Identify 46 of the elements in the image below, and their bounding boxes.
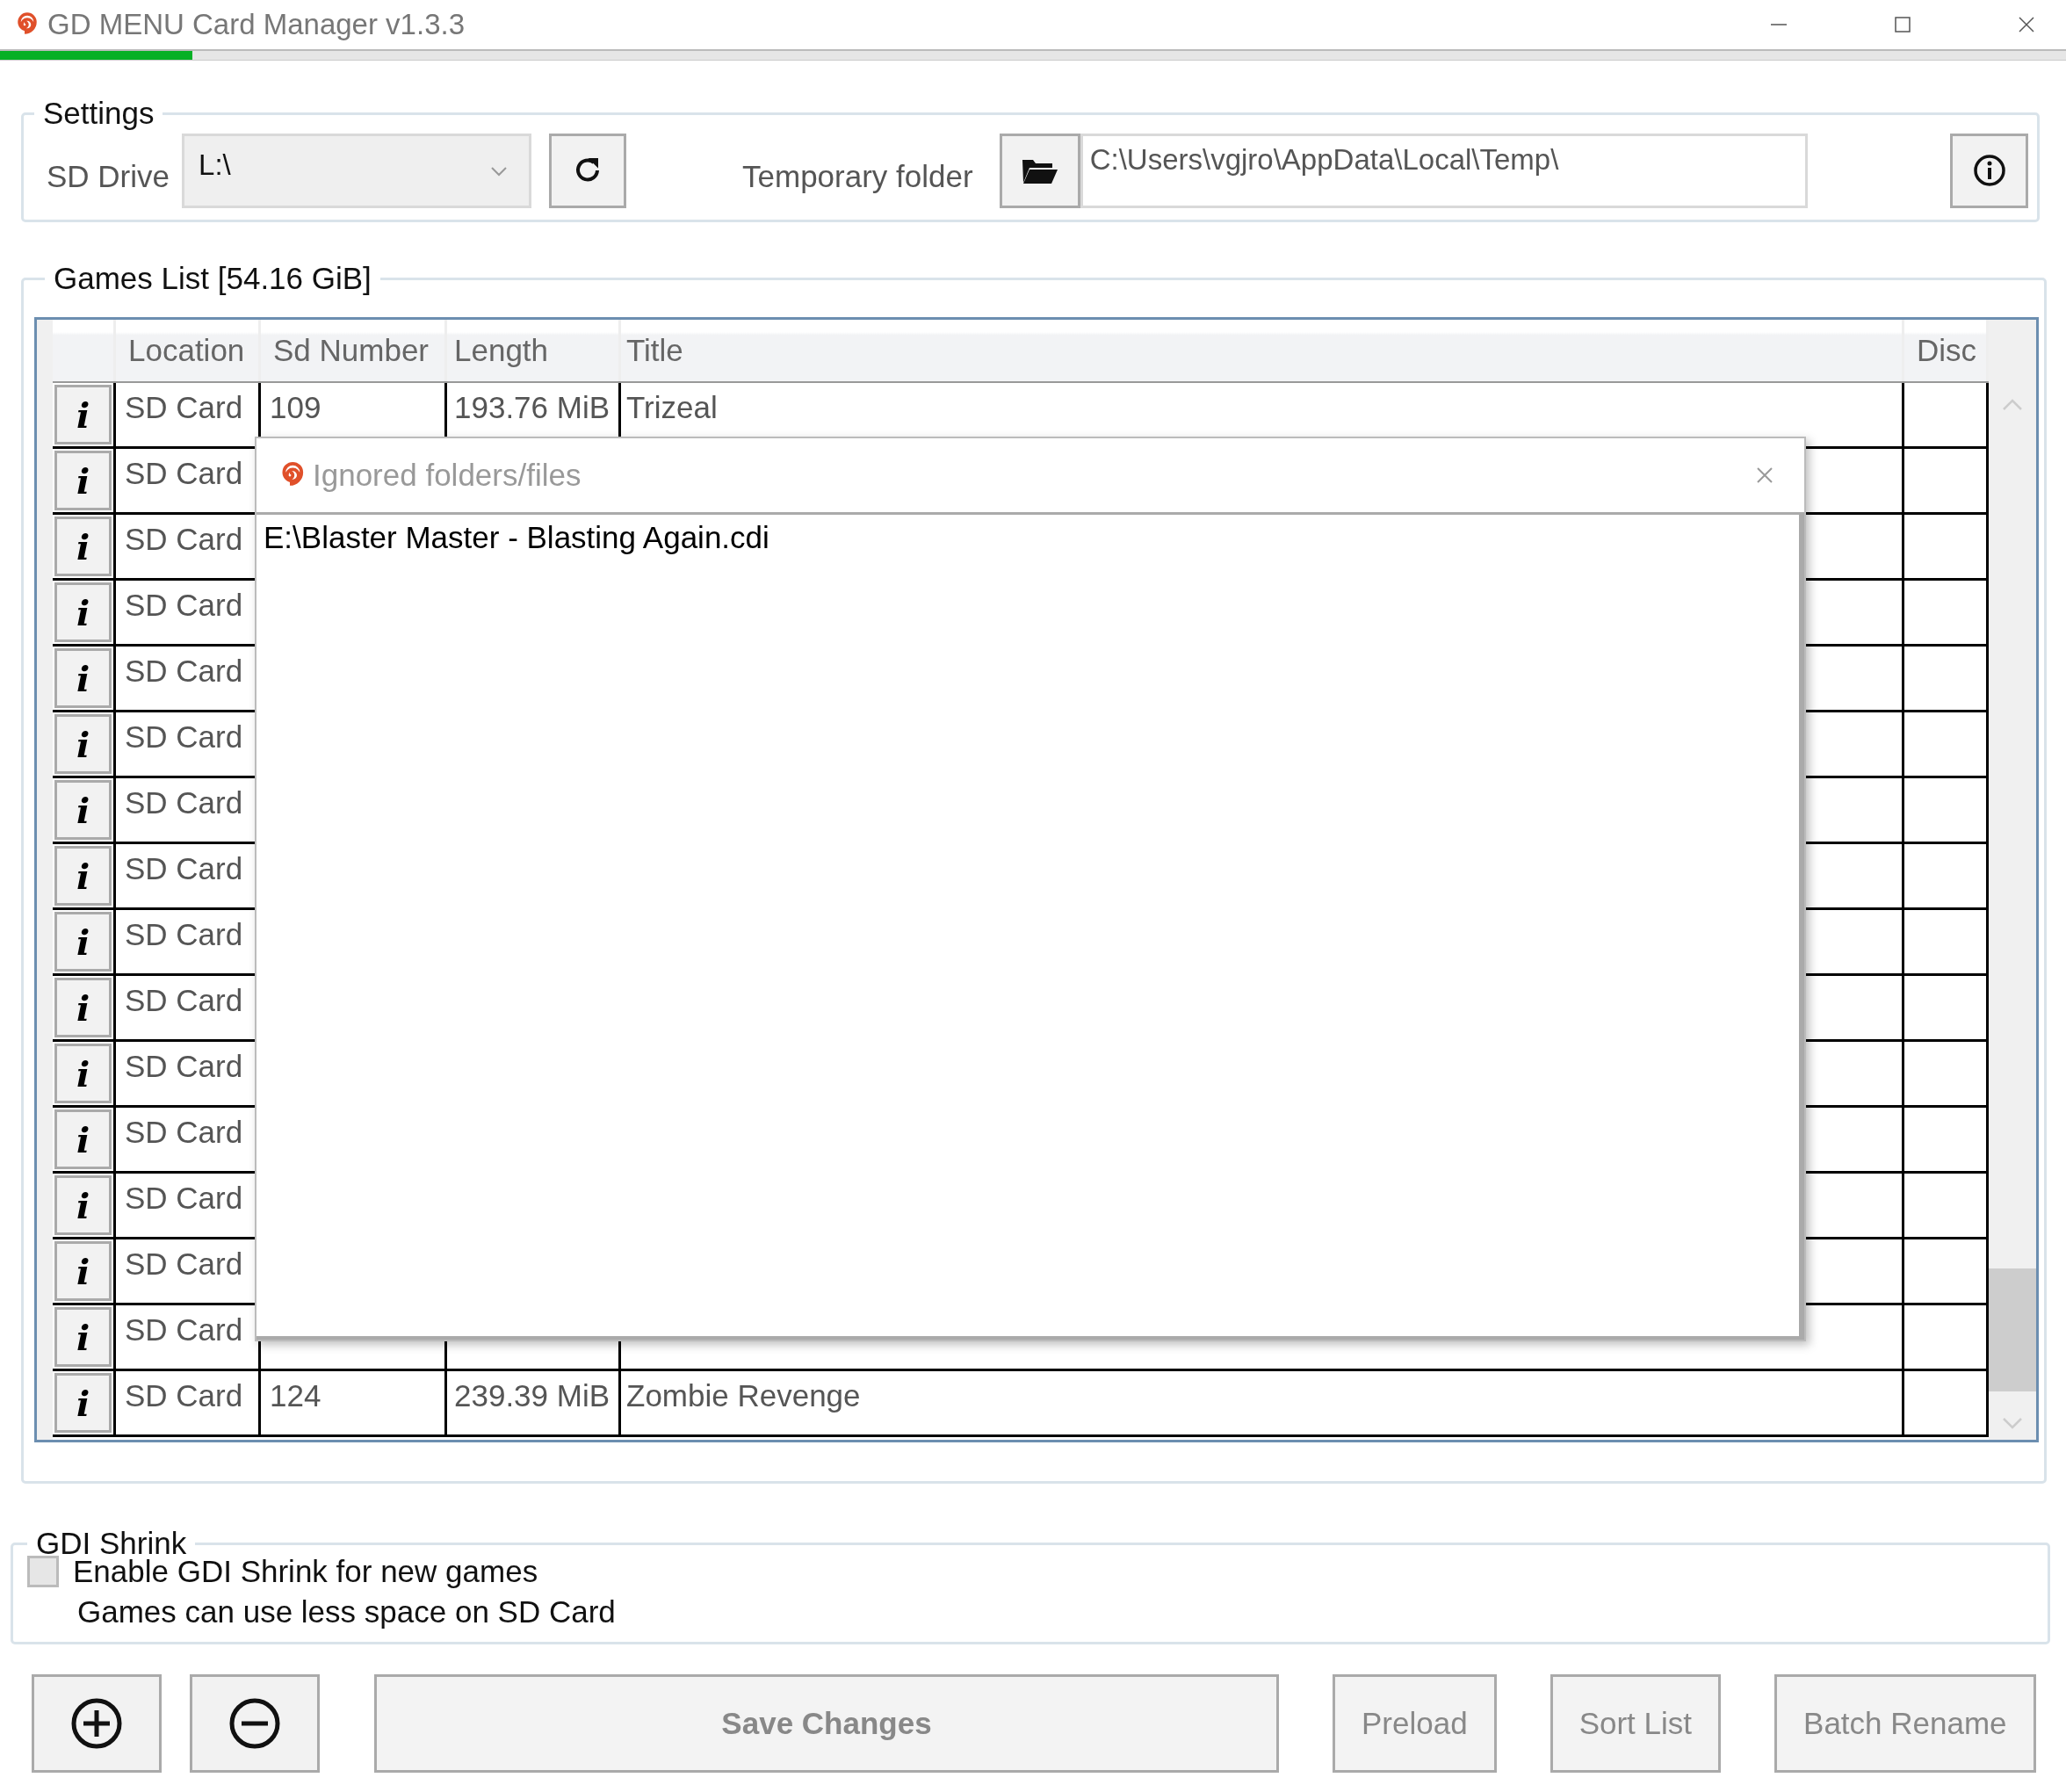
info-row-button[interactable]: i <box>54 648 112 708</box>
info-row-button[interactable]: i <box>54 517 112 576</box>
info-row-button[interactable]: i <box>54 582 112 642</box>
info-row-button[interactable]: i <box>54 385 112 444</box>
list-item[interactable]: E:\Blaster Master - Blasting Again.cdi <box>264 520 1792 555</box>
info-button[interactable] <box>1950 133 2028 208</box>
temp-folder-field[interactable]: C:\Users\vgjro\AppData\Local\Temp\ <box>1080 133 1808 208</box>
plus-circle-icon <box>70 1697 123 1750</box>
folder-button[interactable] <box>999 133 1080 208</box>
table-cell: Zombie Revenge <box>621 1371 1904 1437</box>
scrollbar-thumb[interactable] <box>1989 1268 2036 1391</box>
info-row-button[interactable]: i <box>54 978 112 1037</box>
refresh-button[interactable] <box>549 133 627 208</box>
dialog-title: Ignored folders/files <box>313 458 582 493</box>
table-cell: SD Card <box>116 1371 261 1437</box>
info-row-button[interactable]: i <box>54 1109 112 1169</box>
drive-dropdown[interactable]: L:\ <box>182 133 532 208</box>
minus-circle-icon <box>228 1697 281 1750</box>
sd-drive-label: SD Drive <box>47 158 170 194</box>
info-row-button[interactable]: i <box>54 1241 112 1301</box>
info-row-button[interactable]: i <box>54 1373 112 1433</box>
column-header[interactable]: Title <box>621 320 1904 381</box>
chevron-down-icon <box>490 165 509 177</box>
info-row-button[interactable]: i <box>54 451 112 510</box>
info-row-button[interactable]: i <box>54 1044 112 1103</box>
column-header[interactable]: Length <box>447 320 621 381</box>
table-cell: 239.39 MiB <box>447 1371 621 1437</box>
hint-text: Games can use less space on SD Card <box>77 1594 617 1629</box>
info-row-button[interactable]: i <box>54 846 112 906</box>
table-cell: 124 <box>261 1371 447 1437</box>
info-row-button[interactable]: i <box>54 1175 112 1235</box>
info-row-button[interactable]: i <box>54 912 112 972</box>
add-button[interactable] <box>32 1674 162 1773</box>
scrollbar[interactable] <box>1989 320 2036 1440</box>
column-header[interactable]: Location <box>116 320 261 381</box>
group-title: Settings <box>42 96 155 131</box>
temporary-folder-label: Temporary folder <box>742 158 973 194</box>
info-icon <box>1971 153 2007 188</box>
checkbox[interactable] <box>27 1556 59 1587</box>
info-row-button[interactable]: i <box>54 1307 112 1367</box>
remove-button[interactable] <box>190 1674 320 1773</box>
info-row-button[interactable]: i <box>54 714 112 774</box>
group-title: Games List [54.16 GiB] <box>53 261 372 296</box>
column-header[interactable]: Sd Number <box>261 320 447 381</box>
info-row-button[interactable]: i <box>54 780 112 840</box>
window-title: GD MENU Card Manager v1.3.3 <box>47 8 465 41</box>
